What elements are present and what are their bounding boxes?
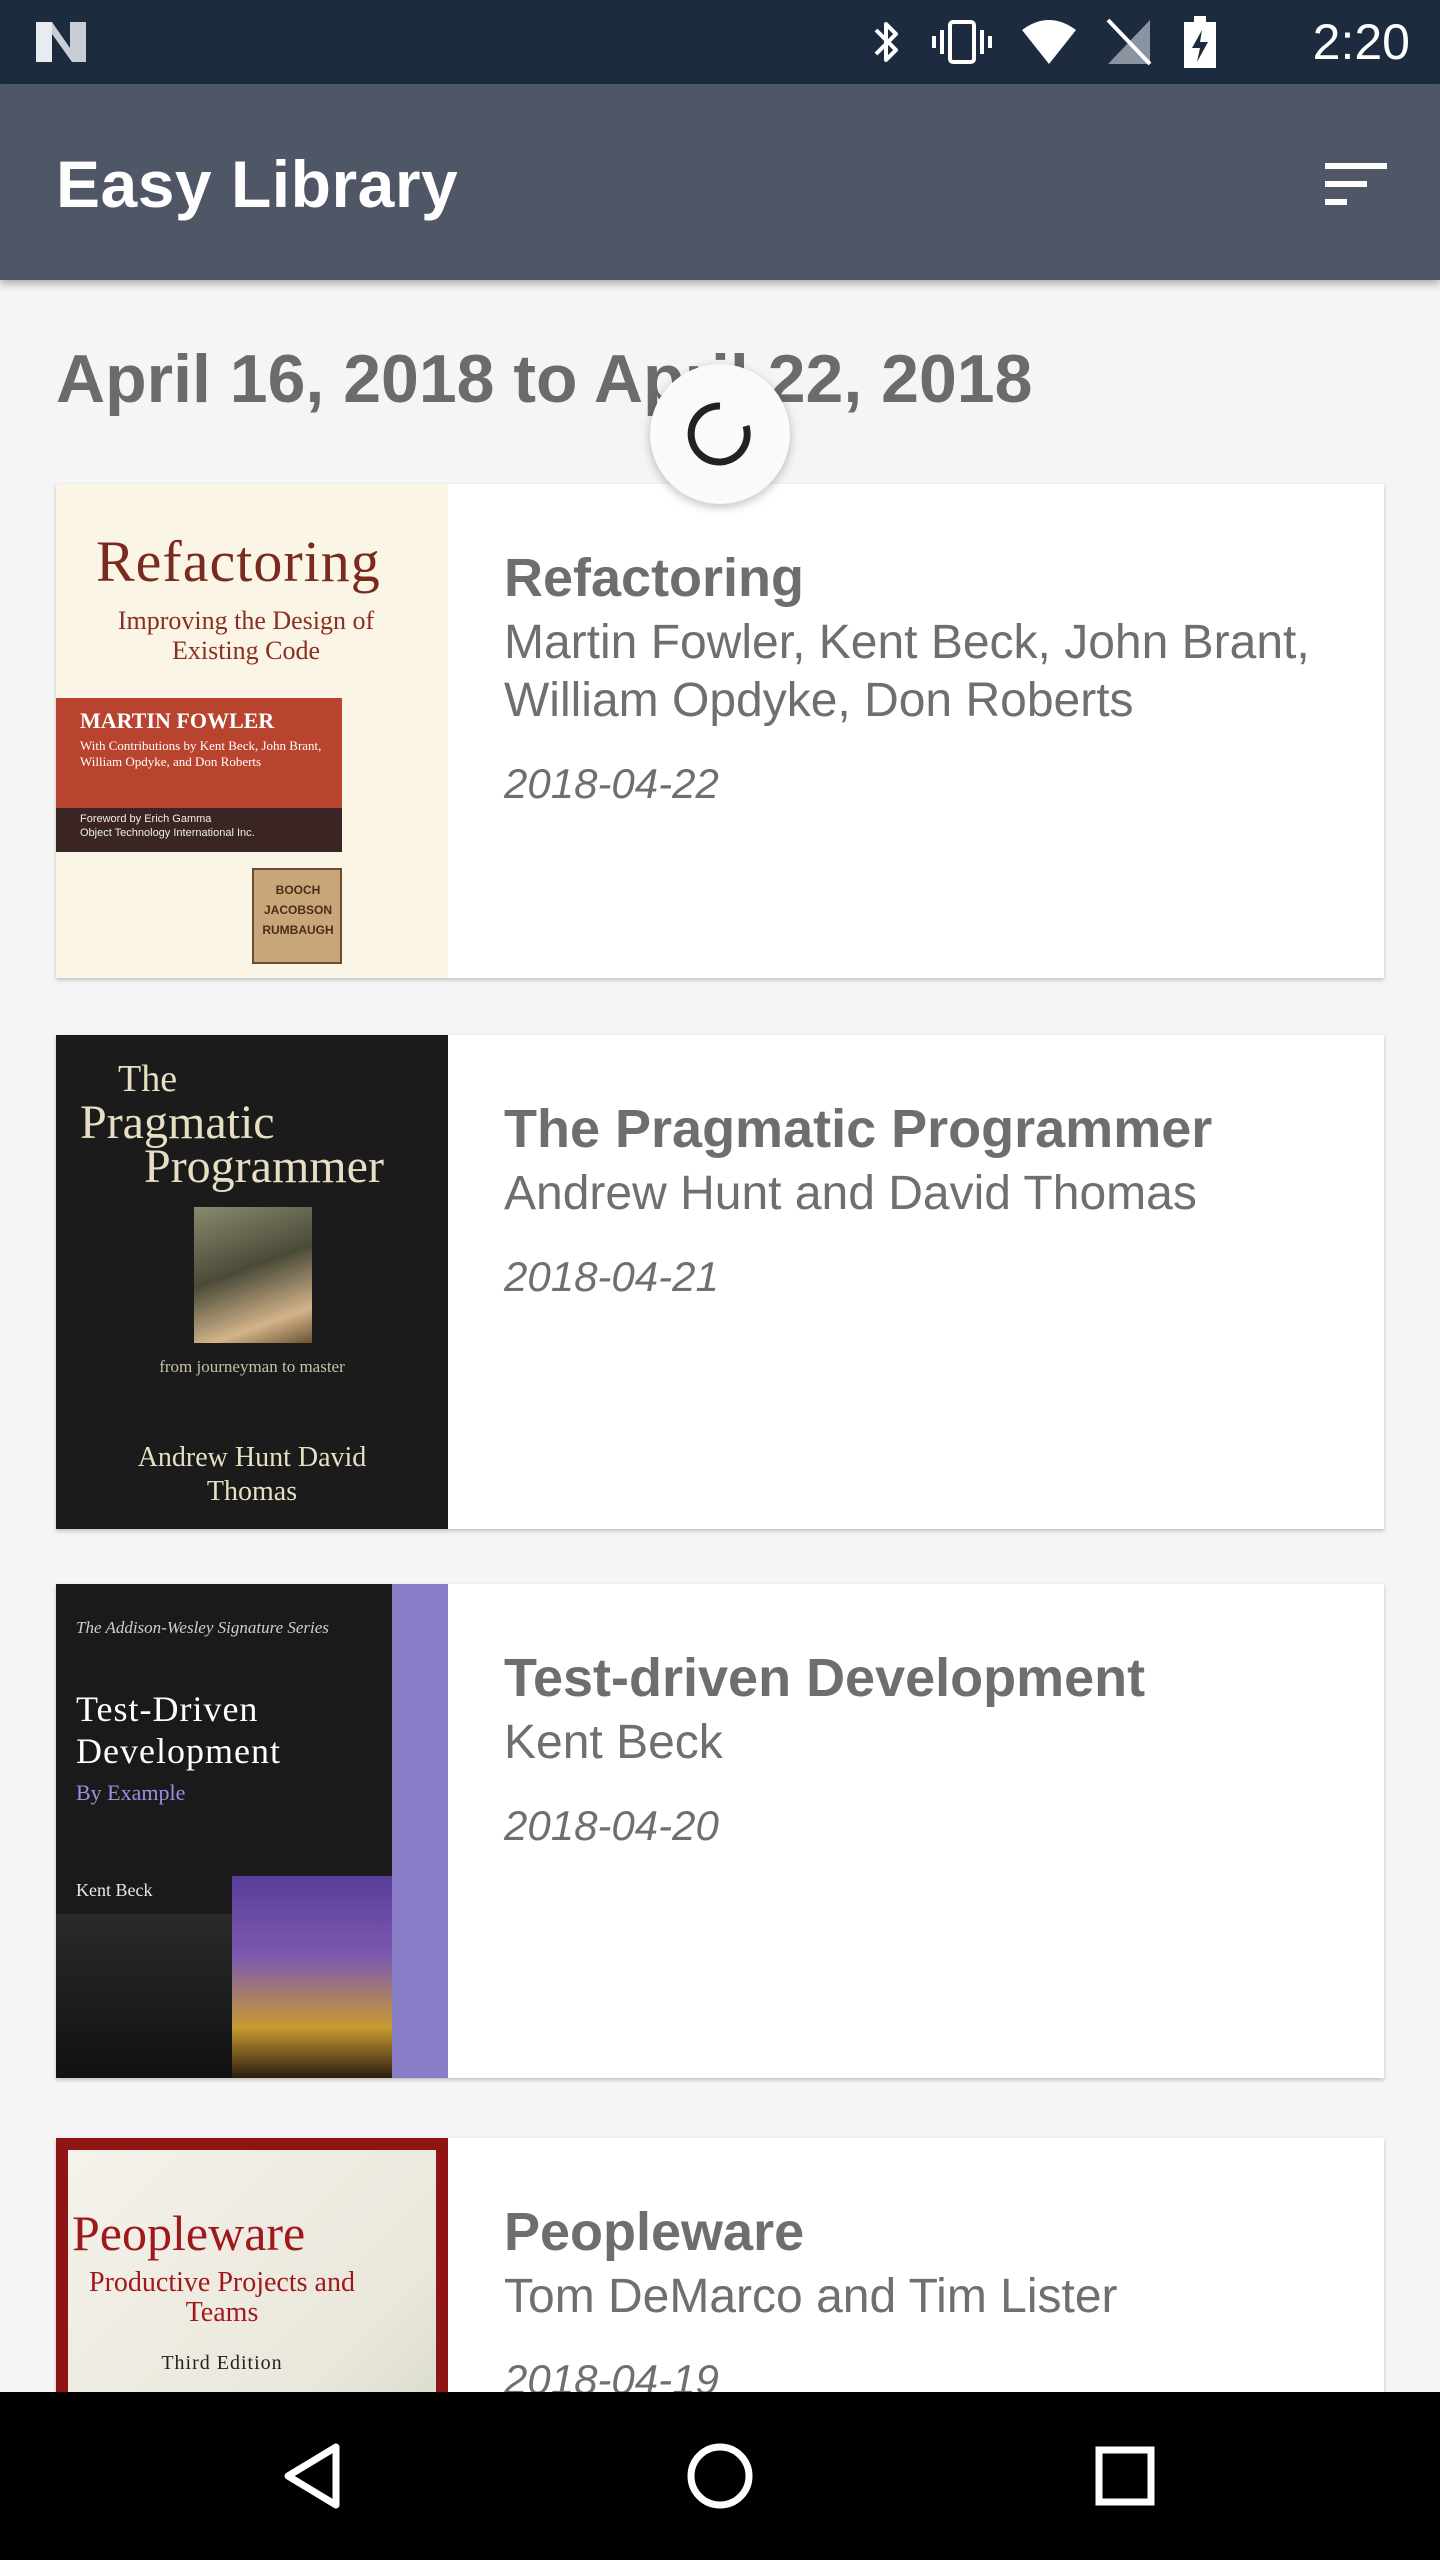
book-info: Refactoring Martin Fowler, Kent Beck, Jo… — [448, 484, 1384, 978]
book-list[interactable]: April 16, 2018 to April 22, 2018 Refacto… — [0, 280, 1440, 2392]
book-authors: Tom DeMarco and Tim Lister — [504, 2270, 1118, 2323]
book-info: Peopleware Tom DeMarco and Tim Lister 20… — [448, 2138, 1384, 2392]
home-button[interactable] — [665, 2426, 775, 2526]
date-range-heading: April 16, 2018 to April 22, 2018 — [56, 341, 1033, 417]
cover-series: The Addison-Wesley Signature Series — [76, 1618, 329, 1637]
app-title: Easy Library — [56, 147, 459, 221]
no-sim-icon — [1106, 18, 1152, 66]
recents-icon — [1095, 2446, 1155, 2506]
cover-contributors: With Contributions by Kent Beck, John Br… — [80, 738, 322, 769]
refresh-indicator — [650, 364, 790, 504]
book-authors: Martin Fowler, Kent Beck, John Brant, Wi… — [504, 616, 1310, 727]
status-bar: 2:20 — [0, 0, 1440, 84]
status-icons — [868, 14, 1220, 70]
cover-subtitle: By Example — [76, 1780, 186, 1805]
book-title: Test-driven Development — [504, 1648, 1146, 1708]
cover-illustration — [194, 1207, 312, 1343]
book-card-refactoring[interactable]: Refactoring Improving the Design of Exis… — [56, 484, 1384, 978]
status-clock: 2:20 — [1312, 14, 1410, 70]
navigation-bar — [0, 2392, 1440, 2560]
book-cover: The Addison-Wesley Signature Series Test… — [56, 1584, 448, 2078]
battery-charging-icon — [1184, 16, 1216, 68]
recents-button[interactable] — [1070, 2426, 1180, 2526]
sort-button[interactable] — [1308, 136, 1404, 232]
book-card-test-driven-development[interactable]: The Addison-Wesley Signature Series Test… — [56, 1584, 1384, 2078]
cover-subtitle: from journeyman to master — [159, 1357, 345, 1376]
book-date: 2018-04-21 — [504, 1253, 719, 1300]
sort-icon — [1325, 163, 1387, 205]
book-title: Peopleware — [504, 2202, 805, 2262]
cover-photo — [232, 1876, 392, 2078]
cover-title: Refactoring — [96, 529, 381, 594]
cover-title: Peopleware — [72, 2205, 306, 2261]
screen: 2:20 Easy Library April 16, 2018 to Apri… — [0, 0, 1440, 2560]
n-notification-icon — [36, 22, 86, 62]
book-title: Refactoring — [504, 548, 805, 608]
book-title: The Pragmatic Programmer — [504, 1099, 1213, 1159]
app-bar: Easy Library — [0, 84, 1440, 280]
book-cover: Refactoring Improving the Design of Exis… — [56, 484, 448, 978]
cover-title: The Pragmatic Programmer — [80, 1058, 384, 1193]
cover-author: Kent Beck — [76, 1880, 153, 1900]
book-authors: Kent Beck — [504, 1716, 723, 1769]
cover-foreword: Foreword by Erich Gamma Object Technology… — [80, 813, 255, 839]
cover-seal: BOOCH JACOBSON RUMBAUGH — [252, 868, 342, 964]
cover-edition: Third Edition — [161, 2352, 283, 2374]
book-date: 2018-04-22 — [504, 760, 719, 807]
book-card-pragmatic-programmer[interactable]: The Pragmatic Programmer from journeyman… — [56, 1035, 1384, 1529]
bluetooth-icon — [874, 22, 898, 62]
back-icon — [284, 2443, 340, 2509]
cover-author: MARTIN FOWLER — [80, 708, 275, 733]
book-card-peopleware[interactable]: Peopleware Productive Projects and Teams… — [56, 2138, 1384, 2392]
cover-authors: Andrew Hunt David Thomas — [137, 1442, 367, 1507]
vibrate-icon — [932, 20, 992, 64]
cover-subtitle: Productive Projects and Teams — [89, 2267, 355, 2328]
back-button[interactable] — [260, 2426, 370, 2526]
wifi-icon — [1022, 20, 1076, 64]
book-date: 2018-04-19 — [504, 2356, 719, 2392]
cover-title: Test-Driven Development — [76, 1689, 281, 1771]
book-info: The Pragmatic Programmer Andrew Hunt and… — [448, 1035, 1384, 1529]
book-date: 2018-04-20 — [504, 1802, 719, 1849]
book-cover: The Pragmatic Programmer from journeyman… — [56, 1035, 448, 1529]
home-icon — [687, 2443, 753, 2509]
book-info: Test-driven Development Kent Beck 2018-0… — [448, 1584, 1384, 2078]
book-cover: Peopleware Productive Projects and Teams… — [56, 2138, 448, 2392]
loading-spinner-icon — [687, 402, 751, 466]
book-authors: Andrew Hunt and David Thomas — [504, 1167, 1197, 1220]
cover-subtitle: Improving the Design of Existing Code — [117, 606, 375, 665]
